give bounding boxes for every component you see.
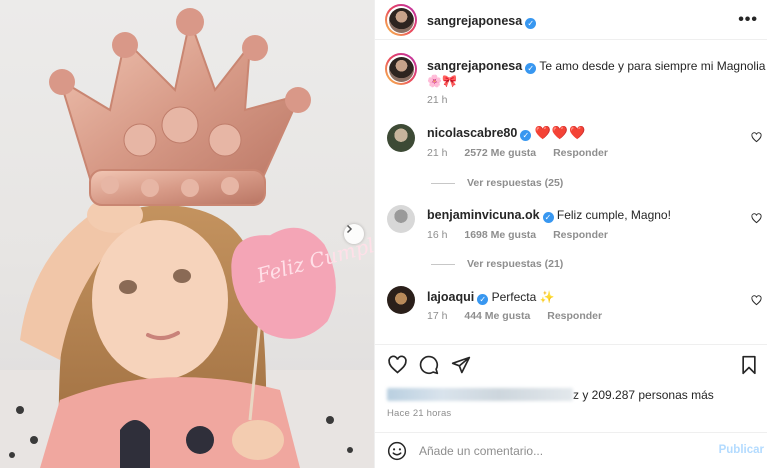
- post-panel: sangrejaponesa ✓ ••• sangrejaponesa ✓ Te a…: [374, 0, 767, 468]
- likes-summary[interactable]: z y 209.287 personas más: [387, 388, 714, 402]
- comment-text: Feliz cumple, Magno!: [556, 208, 671, 222]
- comment-text-row: nicolascabre80 ✓ ❤️❤️❤️: [427, 125, 586, 141]
- blurred-liker-names: [387, 388, 573, 401]
- comment-likes[interactable]: 1698 Me gusta: [464, 229, 536, 241]
- caption-text: Te amo desde y para siempre mi Magnolia: [539, 59, 766, 73]
- comment-time[interactable]: 17 h: [427, 310, 447, 322]
- verified-badge-icon: ✓: [477, 294, 489, 305]
- caption-username[interactable]: sangrejaponesa: [427, 59, 522, 73]
- more-options-icon[interactable]: •••: [738, 11, 758, 29]
- comment-input[interactable]: [419, 442, 709, 460]
- carousel-next-button[interactable]: [344, 224, 364, 244]
- caption-avatar[interactable]: [385, 53, 417, 85]
- reply-button[interactable]: Responder: [553, 229, 608, 241]
- post-actions: [375, 344, 767, 384]
- like-heart-icon[interactable]: [387, 355, 408, 375]
- author-name-row: sangrejaponesa ✓: [427, 12, 537, 30]
- caption-time[interactable]: 21 h: [427, 94, 447, 106]
- like-comment-heart-icon[interactable]: [751, 132, 762, 143]
- comment-username[interactable]: nicolascabre80: [427, 126, 517, 140]
- post-header: sangrejaponesa ✓ •••: [375, 0, 767, 40]
- comment-composer: Publicar: [375, 432, 767, 468]
- view-replies-button[interactable]: Ver respuestas (25): [431, 177, 563, 189]
- publish-button[interactable]: Publicar: [719, 444, 764, 456]
- caption-meta: 21 h: [427, 94, 461, 106]
- post-time-ago[interactable]: Hace 21 horas: [387, 408, 451, 419]
- verified-badge-icon: ✓: [542, 212, 554, 223]
- comment-bubble-icon[interactable]: [419, 355, 439, 375]
- author-username[interactable]: sangrejaponesa: [427, 14, 522, 28]
- caption-emojis: 🌸🎀: [427, 74, 457, 88]
- save-bookmark-icon[interactable]: [740, 355, 758, 375]
- comment-avatar[interactable]: [387, 286, 415, 314]
- comment-likes[interactable]: 444 Me gusta: [464, 310, 530, 322]
- comment-time[interactable]: 21 h: [427, 147, 447, 159]
- comments-list: sangrejaponesa ✓ Te amo desde y para siem…: [375, 40, 767, 340]
- comment-time[interactable]: 16 h: [427, 229, 447, 241]
- like-comment-heart-icon[interactable]: [751, 295, 762, 306]
- caption-text-row: sangrejaponesa ✓ Te amo desde y para siem…: [427, 58, 765, 74]
- like-comment-heart-icon[interactable]: [751, 213, 762, 224]
- chevron-right-icon: [346, 224, 353, 234]
- comment-text-row: lajoaqui ✓ Perfecta ✨: [427, 289, 555, 305]
- comment-meta: 21 h 2572 Me gusta Responder: [427, 147, 622, 159]
- comment-meta: 16 h 1698 Me gusta Responder: [427, 229, 622, 241]
- reply-button[interactable]: Responder: [553, 147, 608, 159]
- comment-username[interactable]: lajoaqui: [427, 290, 474, 304]
- verified-badge-icon: ✓: [520, 130, 532, 141]
- likes-count-text: z y 209.287 personas más: [573, 388, 714, 402]
- reply-button[interactable]: Responder: [547, 310, 602, 322]
- comment-username[interactable]: benjaminvicuna.ok: [427, 208, 540, 222]
- comment-text-row: benjaminvicuna.ok ✓ Feliz cumple, Magno!: [427, 207, 671, 223]
- verified-badge-icon: ✓: [525, 18, 537, 29]
- comment-likes[interactable]: 2572 Me gusta: [464, 147, 536, 159]
- post-photo[interactable]: Feliz Cumple: [0, 0, 374, 468]
- view-replies-button[interactable]: Ver respuestas (21): [431, 258, 563, 270]
- share-paper-plane-icon[interactable]: [451, 355, 471, 375]
- post-image: Feliz Cumple: [0, 8, 374, 468]
- comment-avatar[interactable]: [387, 205, 415, 233]
- comment-text: Perfecta ✨: [491, 290, 555, 304]
- verified-badge-icon: ✓: [525, 63, 537, 74]
- comment-text: ❤️❤️❤️: [534, 125, 587, 140]
- emoji-smiley-icon[interactable]: [387, 441, 407, 461]
- comment-avatar[interactable]: [387, 124, 415, 152]
- comment-meta: 17 h 444 Me gusta Responder: [427, 310, 616, 322]
- author-avatar[interactable]: [385, 4, 417, 36]
